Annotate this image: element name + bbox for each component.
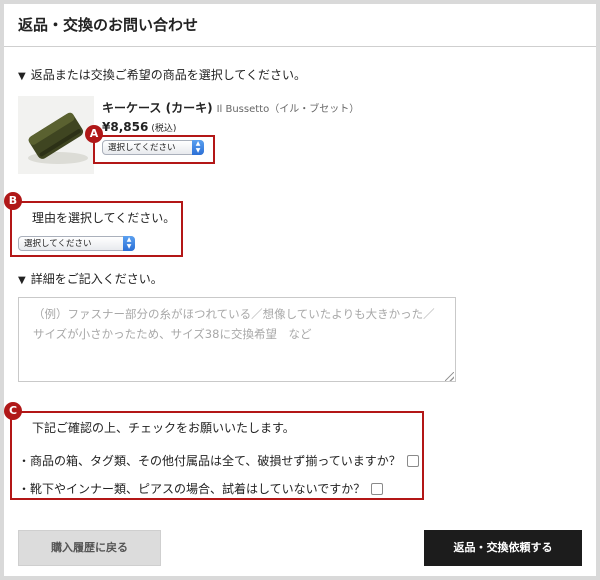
- annotation-badge-b: B: [4, 192, 22, 210]
- not-tried-on-checkbox[interactable]: [371, 483, 384, 495]
- reason-select-value: 選択してください: [24, 239, 92, 249]
- updown-arrows-icon: ▲ ▼: [123, 236, 135, 251]
- product-price-line: ¥8,856 (税込): [102, 120, 176, 134]
- confirm-item-accessories: ・商品の箱、タグ類、その他付属品は全て、破損せず揃っていますか？: [18, 452, 419, 469]
- details-section-heading: ▼ 詳細をご記入ください。: [18, 270, 163, 287]
- confirm-item-accessories-label: ・商品の箱、タグ類、その他付属品は全て、破損せず揃っていますか？: [18, 454, 401, 468]
- confirm-heading: 下記ご確認の上、チェックをお願いいたします。: [32, 421, 295, 435]
- product-select[interactable]: 選択してください ▲ ▼: [102, 140, 204, 155]
- annotation-badge-a: A: [85, 125, 103, 143]
- product-name: キーケース (カーキ): [102, 101, 213, 115]
- product-image: [18, 96, 94, 174]
- accessories-checkbox[interactable]: [406, 455, 419, 467]
- details-textarea[interactable]: （例）ファスナー部分の糸がほつれている／想像していたよりも大きかった／ サイズが…: [18, 297, 456, 382]
- triangle-down-icon: ▼: [18, 71, 26, 82]
- confirm-item-not-tried-on-label: ・靴下やインナー類、ピアスの場合、試着はしていないですか？: [18, 482, 366, 496]
- product-select-value: 選択してください: [108, 143, 176, 153]
- product-section-heading: ▼ 返品または交換ご希望の商品を選択してください。: [18, 66, 306, 83]
- back-to-history-button[interactable]: 購入履歴に戻る: [18, 530, 161, 566]
- product-name-line: キーケース (カーキ) Il Bussetto（イル・ブセット）: [102, 99, 359, 116]
- triangle-down-icon: ▼: [18, 275, 26, 286]
- title-divider: [4, 46, 596, 47]
- reason-select[interactable]: 選択してください ▲ ▼: [18, 236, 135, 251]
- resize-handle-icon[interactable]: [445, 372, 454, 381]
- product-section-label: 返品または交換ご希望の商品を選択してください。: [30, 68, 306, 82]
- updown-arrows-icon: ▲ ▼: [192, 140, 204, 155]
- tax-note: (税込): [151, 124, 177, 134]
- reason-heading: 理由を選択してください。: [32, 211, 176, 225]
- key-case-image: [18, 96, 94, 174]
- product-brand: Il Bussetto（イル・ブセット）: [216, 104, 360, 115]
- details-section-label: 詳細をご記入ください。: [30, 272, 163, 286]
- submit-request-button[interactable]: 返品・交換依頼する: [424, 530, 582, 566]
- page-title: 返品・交換のお問い合わせ: [18, 16, 199, 34]
- confirm-item-not-tried-on: ・靴下やインナー類、ピアスの場合、試着はしていないですか？: [18, 480, 384, 497]
- product-price: ¥8,856: [102, 120, 149, 134]
- annotation-badge-c: C: [4, 402, 22, 420]
- return-exchange-form: 返品・交換のお問い合わせ ▼ 返品または交換ご希望の商品を選択してください。 キー…: [4, 4, 596, 576]
